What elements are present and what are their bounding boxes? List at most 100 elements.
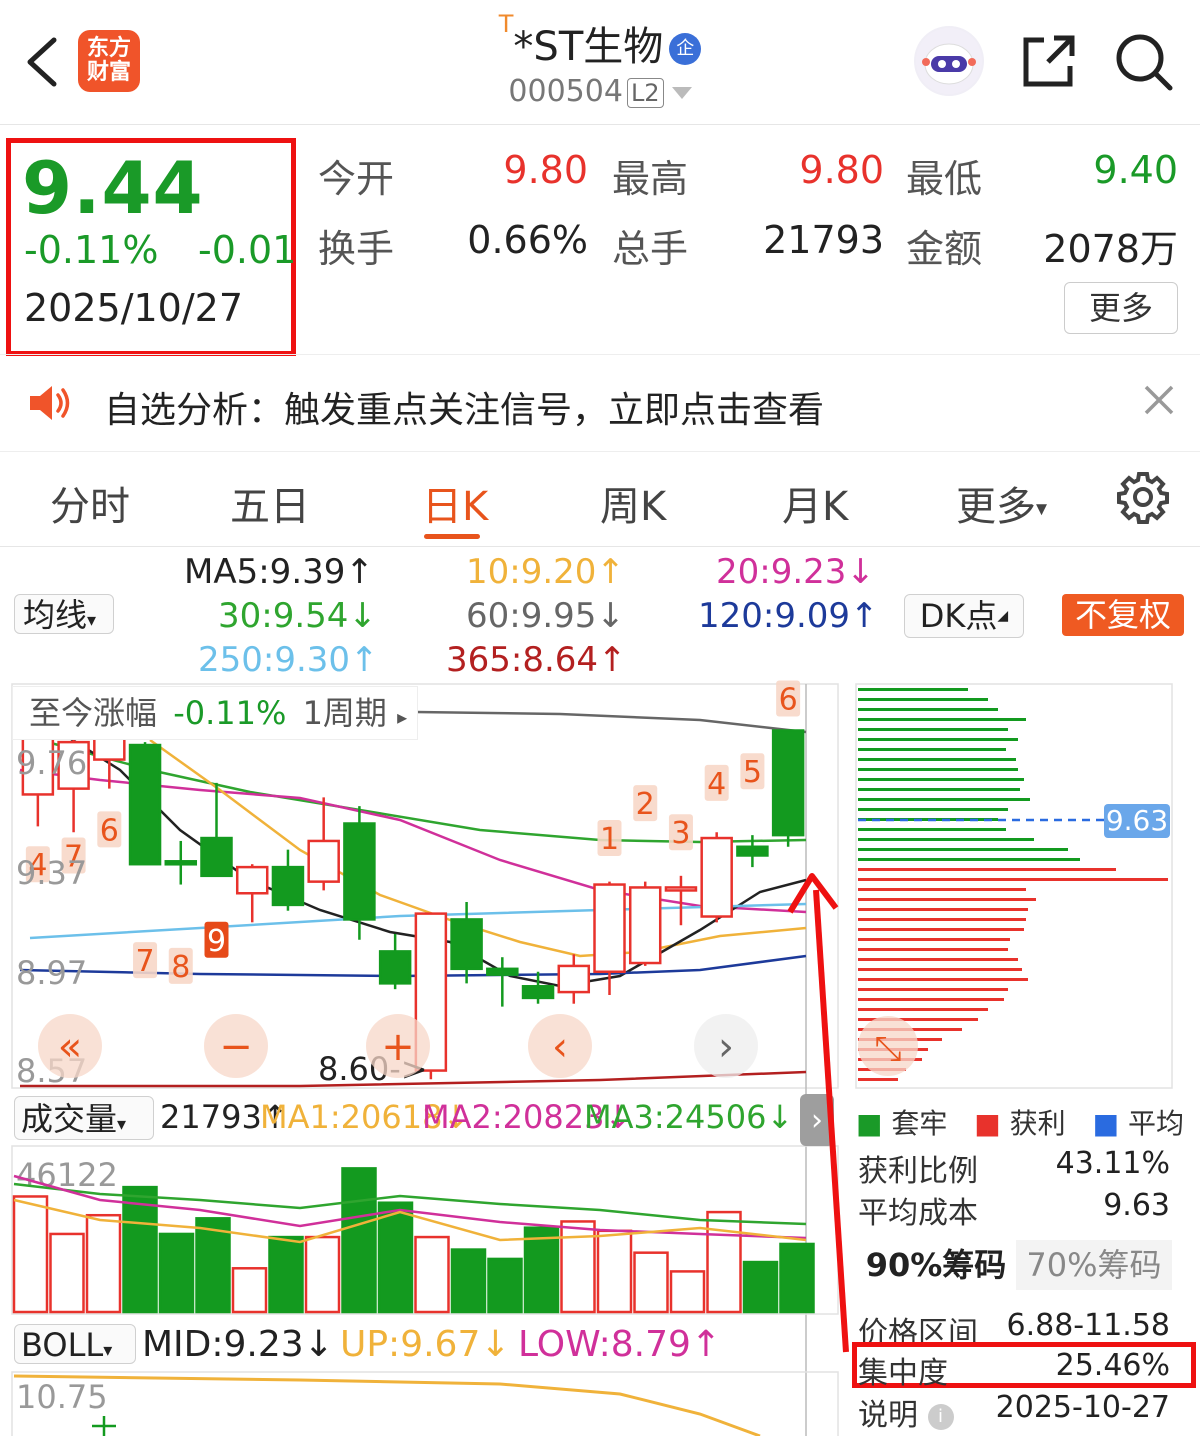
volume-bar <box>414 1235 450 1314</box>
candle-body <box>343 822 376 921</box>
volume-bar <box>231 1267 268 1314</box>
volume-bar <box>523 1226 560 1314</box>
chip-bar <box>858 838 1034 841</box>
signal-marker-label: 6 <box>779 683 798 718</box>
candle-body <box>664 886 698 892</box>
candle-body <box>771 729 805 837</box>
candle-body <box>235 865 269 895</box>
volume-selector[interactable]: 成交量▾ <box>14 1096 154 1140</box>
no-adjust-button[interactable]: 不复权 <box>1062 594 1184 636</box>
indicator-selector-label: 均线 <box>23 596 88 634</box>
period-gain-chip[interactable]: 至今涨幅 -0.11% 1周期 ▸ <box>12 686 418 740</box>
zoom-out-icon: − <box>219 1024 253 1070</box>
chip-bar <box>858 888 1026 891</box>
tab-more[interactable]: 更多▾ <box>956 474 1047 532</box>
app-logo[interactable]: 东方 财富 <box>78 30 140 92</box>
change-percent: -0.11% <box>24 228 159 272</box>
change-amount: -0.01 <box>198 228 297 272</box>
volume-bar <box>85 1213 122 1314</box>
description-label-text: 说明 <box>858 1398 918 1433</box>
profit-ratio-value: 43.11% <box>1055 1146 1170 1181</box>
signal-marker-label: 2 <box>636 787 655 822</box>
description-label[interactable]: 说明 i <box>858 1390 954 1434</box>
period-tabs: 分时 五日 日K 周K 月K 更多▾ <box>0 450 1200 547</box>
signal-marker-label: 3 <box>671 816 690 851</box>
volume-bar <box>742 1260 779 1314</box>
assistant-robot-icon[interactable] <box>914 26 984 96</box>
candle-body <box>200 836 233 878</box>
l2-badge: L2 <box>626 78 664 108</box>
chip-bar <box>858 1078 898 1081</box>
avg-cost-tag-label: 9.63 <box>1106 804 1168 837</box>
avg-cost-label: 平均成本 <box>858 1196 978 1231</box>
high-label: 最高 <box>612 157 689 201</box>
legend-square-icon: ■ <box>856 1107 883 1140</box>
chip-bar <box>858 828 1006 831</box>
settings-gear-icon[interactable] <box>1116 470 1170 524</box>
boll-selector[interactable]: BOLL▾ <box>14 1324 136 1364</box>
low-label: 最低 <box>906 157 983 201</box>
avg-cost-value: 9.63 <box>1103 1188 1170 1223</box>
signal-marker-label: 4 <box>707 767 726 802</box>
tab-70-chips[interactable]: 70%筹码 <box>1016 1240 1172 1290</box>
tab-90-chips[interactable]: 90%筹码 <box>858 1240 1014 1290</box>
chip-bar <box>858 848 1068 851</box>
signal-marker-label: 7 <box>135 944 154 979</box>
logo-line1: 东方 <box>86 36 131 61</box>
dropdown-icon <box>671 86 692 99</box>
chip-bar <box>858 898 1036 901</box>
chip-bar <box>858 968 1022 971</box>
boll-low: LOW:8.79↑ <box>518 1324 722 1365</box>
volume-tick-label: 46122 <box>16 1156 118 1194</box>
tab-intraday[interactable]: 分时 <box>50 474 130 532</box>
chip-bar <box>858 718 1026 721</box>
quote-date: 2025/10/27 <box>24 286 244 330</box>
indicator-selector[interactable]: 均线▾ <box>14 594 114 634</box>
tab-monthly-k[interactable]: 月K <box>782 474 848 532</box>
open-label: 今开 <box>318 157 395 201</box>
volume-bar <box>12 1195 49 1314</box>
high-value: 9.80 <box>799 148 884 192</box>
candle-body <box>307 839 340 883</box>
stock-code-row[interactable]: 000504 L2 <box>440 74 760 109</box>
tab-five-day[interactable]: 五日 <box>230 474 310 532</box>
search-icon[interactable] <box>1114 32 1174 92</box>
tab-daily-k[interactable]: 日K <box>422 474 488 532</box>
share-icon[interactable] <box>1020 34 1078 90</box>
dk-point-button[interactable]: DK点◢ <box>904 594 1024 638</box>
period-gain-label: 至今涨幅 <box>29 694 158 732</box>
candle-body <box>700 836 733 918</box>
boll-selector-label: BOLL <box>21 1326 104 1364</box>
chip-bar <box>858 958 1018 961</box>
notice-bar[interactable]: 自选分析：触发重点关注信号，立即点击查看 <box>0 354 1200 452</box>
chip-bar <box>858 788 1020 791</box>
volume-bar <box>49 1232 85 1314</box>
enterprise-badge-icon: 企 <box>669 33 702 65</box>
price-tick-label: 9.76 <box>16 744 87 782</box>
volume-bar <box>633 1251 669 1314</box>
caret-down-icon: ▾ <box>1036 496 1048 522</box>
corner-arrow-icon: ◢ <box>997 608 1009 624</box>
back-arrow-icon[interactable] <box>22 34 66 90</box>
logo-line2: 财富 <box>86 60 131 85</box>
amount-value: 2078万 <box>1043 227 1178 271</box>
tab-weekly-k[interactable]: 周K <box>600 474 666 532</box>
chip-bar <box>858 758 1016 761</box>
stock-name: *ST生物 <box>513 24 664 70</box>
volume-bar <box>487 1257 523 1314</box>
tab-more-label: 更多 <box>956 484 1036 530</box>
candle-body <box>164 860 198 866</box>
stock-code: 000504 <box>508 74 623 109</box>
description-date: 2025-10-27 <box>995 1390 1170 1425</box>
stock-title[interactable]: T*ST生物企 <box>440 10 760 72</box>
signal-marker-label: 8 <box>171 950 190 985</box>
chevron-right-icon: › <box>811 1103 823 1138</box>
volume-bar <box>706 1210 742 1314</box>
more-stats-button[interactable]: 更多 <box>1064 282 1178 334</box>
candle-body <box>378 950 412 985</box>
active-tab-underline <box>424 534 480 539</box>
boll-mid: MID:9.23↓ <box>142 1324 334 1365</box>
close-icon[interactable] <box>1140 381 1178 419</box>
volume-bar <box>779 1242 815 1314</box>
boll-up: UP:9.67↓ <box>340 1324 511 1365</box>
